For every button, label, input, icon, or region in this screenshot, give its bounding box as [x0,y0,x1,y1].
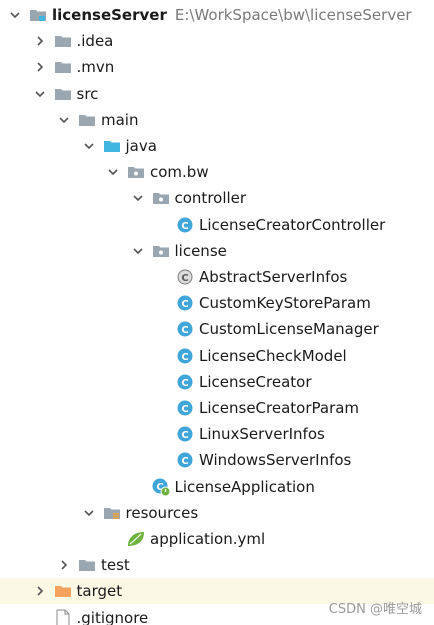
svg-text:C: C [181,299,188,310]
chevron-down-icon[interactable] [104,163,122,181]
folder-main[interactable]: main [0,107,434,133]
module-folder-icon [28,6,48,24]
chevron-down-icon[interactable] [31,85,49,103]
tree-item-label: src [76,84,99,103]
class-icon: C [175,320,195,338]
chevron-down-icon[interactable] [80,137,98,155]
tree-item-label: .gitignore [76,608,149,625]
package-com-bw[interactable]: com.bw [0,159,434,185]
folder-mvn[interactable]: .mvn [0,54,434,80]
tree-item-label: LicenseCheckModel [199,346,347,365]
class-license-creator-param[interactable]: C LicenseCreatorParam [0,395,434,421]
svg-text:C: C [181,273,188,284]
folder-icon [53,32,73,50]
tree-item-label: licenseServer [52,6,167,24]
folder-icon [77,111,97,129]
tree-item-label: .mvn [76,58,115,77]
project-root[interactable]: licenseServer E:\WorkSpace\bw\licenseServ… [0,2,434,28]
spring-leaf-icon [126,530,146,548]
folder-icon [53,85,73,103]
excluded-folder-icon [53,582,73,600]
class-abstract-server-infos[interactable]: C AbstractServerInfos [0,264,434,290]
tree-item-label: CustomLicenseManager [199,320,379,339]
chevron-right-icon[interactable] [31,32,49,50]
package-icon [126,163,146,181]
abstract-class-icon: C [175,268,195,286]
package-controller[interactable]: controller [0,185,434,211]
class-icon: C [175,347,195,365]
svg-text:C: C [181,430,188,441]
tree-item-label: LicenseCreatorController [199,215,386,234]
class-custom-license-manager[interactable]: C CustomLicenseManager [0,316,434,342]
folder-icon [77,556,97,574]
svg-text:C: C [181,221,188,232]
svg-text:C: C [181,404,188,415]
chevron-down-icon[interactable] [55,111,73,129]
class-icon: C [175,399,195,417]
class-icon: C [175,451,195,469]
tree-item-label: .idea [76,32,114,51]
tree-item-label: LinuxServerInfos [199,425,325,444]
tree-item-label: application.yml [150,530,266,548]
package-icon [151,242,171,260]
file-application-yml[interactable]: application.yml [0,526,434,552]
tree-item-label: license [174,241,227,260]
svg-text:C: C [181,456,188,467]
chevron-down-icon[interactable] [129,189,147,207]
tree-item-label: WindowsServerInfos [199,451,352,470]
package-icon [151,189,171,207]
class-license-creator-controller[interactable]: C LicenseCreatorController [0,212,434,238]
spring-boot-class-icon: C [151,478,171,497]
tree-item-label: LicenseCreatorParam [199,399,360,417]
watermark: CSDN @唯空城 [328,602,422,617]
tree-item-label: AbstractServerInfos [199,268,348,286]
folder-src[interactable]: src [0,81,434,107]
folder-idea[interactable]: .idea [0,28,434,54]
chevron-right-icon[interactable] [55,556,73,574]
class-icon: C [175,294,195,312]
tree-item-label: java [125,137,157,155]
class-linux-server-infos[interactable]: C LinuxServerInfos [0,421,434,447]
svg-text:C: C [181,352,188,363]
class-icon: C [175,216,195,234]
svg-text:C: C [181,378,188,389]
tree-item-label: CustomKeyStoreParam [199,294,371,313]
source-folder-icon [102,137,122,155]
tree-item-label: LicenseCreator [199,372,312,391]
tree-item-label: main [101,110,139,129]
class-custom-key-store-param[interactable]: C CustomKeyStoreParam [0,290,434,316]
class-icon: C [175,425,195,443]
tree-item-label: com.bw [150,163,209,182]
tree-item-label: resources [125,503,199,522]
tree-item-label: target [76,582,123,601]
folder-java[interactable]: java [0,133,434,159]
svg-text:C: C [181,325,188,336]
class-license-check-model[interactable]: C LicenseCheckModel [0,343,434,369]
tree-item-label: LicenseApplication [174,477,315,496]
folder-resources[interactable]: resources [0,500,434,526]
class-license-creator[interactable]: C LicenseCreator [0,369,434,395]
tree-item-label: test [101,556,130,575]
package-license[interactable]: license [0,238,434,264]
folder-test[interactable]: test [0,552,434,578]
tree-item-label: controller [174,189,247,208]
chevron-down-icon[interactable] [6,6,24,24]
class-icon: C [175,373,195,391]
chevron-down-icon[interactable] [129,242,147,260]
chevron-right-icon[interactable] [31,58,49,76]
class-license-application[interactable]: C LicenseApplication [0,474,434,500]
project-path: E:\WorkSpace\bw\licenseServer [174,6,412,24]
chevron-down-icon[interactable] [80,504,98,522]
chevron-right-icon[interactable] [31,582,49,600]
resources-folder-icon [102,504,122,522]
class-windows-server-infos[interactable]: C WindowsServerInfos [0,447,434,473]
file-icon [53,609,73,625]
project-tree: licenseServer E:\WorkSpace\bw\licenseServ… [0,0,434,625]
folder-icon [53,58,73,76]
